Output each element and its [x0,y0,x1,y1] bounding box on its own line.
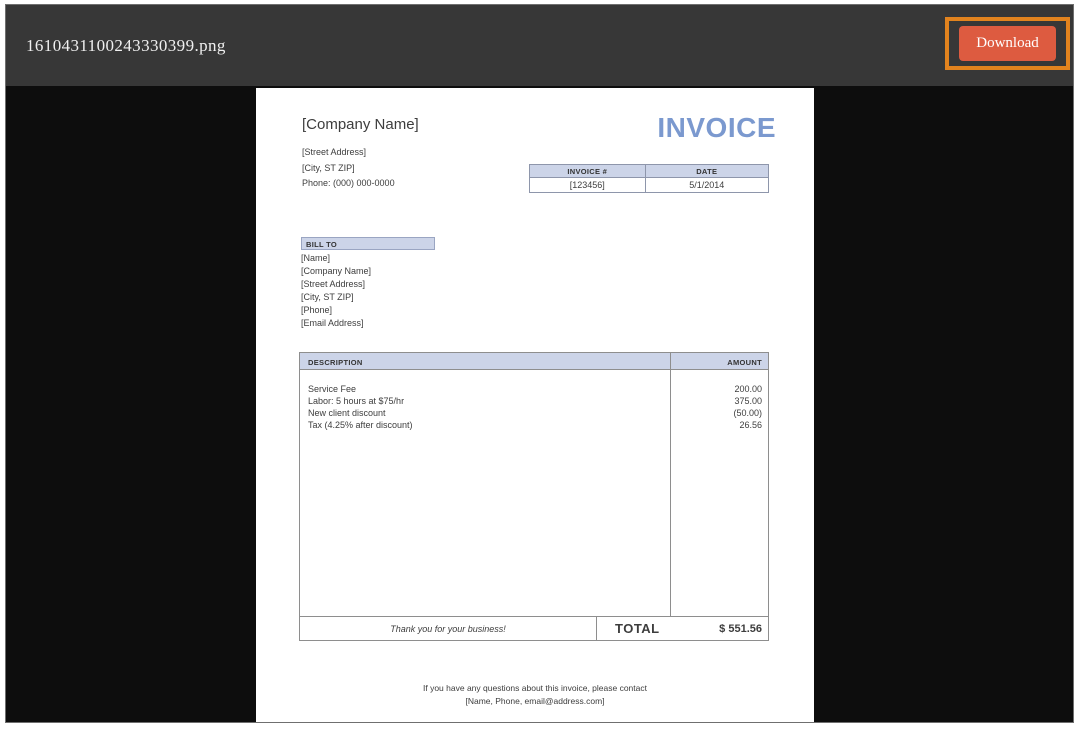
total-row: Thank you for your business! TOTAL $ 551… [300,616,768,640]
invoice-contact-footer: If you have any questions about this inv… [256,682,814,708]
line-items-body: Service Fee Labor: 5 hours at $75/hr New… [300,370,768,616]
bill-to-line: [Company Name] [301,266,372,276]
amount-column: 200.00 375.00 (50.00) 26.56 [670,370,768,616]
image-viewer-window: 1610431100243330399.png Download [Compan… [5,4,1074,723]
item-description: Labor: 5 hours at $75/hr [308,396,405,406]
line-items-table: DESCRIPTION AMOUNT Service Fee Labor: 5 … [299,352,769,641]
bill-to-lines: [Name] [Company Name] [Street Address] [… [301,252,435,330]
item-amount: 200.00 [734,384,762,394]
amount-column-header: AMOUNT [670,353,768,369]
total-cell: TOTAL $ 551.56 [597,617,768,640]
contact-line-1: If you have any questions about this inv… [423,683,647,693]
item-amount: 375.00 [734,396,762,406]
bill-to-line: [Street Address] [301,279,366,289]
date-value: 5/1/2014 [644,177,770,193]
bill-to-line: [City, ST ZIP] [301,292,354,302]
invoice-title: INVOICE [657,112,776,143]
invoice-number-header: INVOICE # [529,164,646,178]
company-phone-line: Phone: (000) 000-0000 [302,178,395,188]
description-column: Service Fee Labor: 5 hours at $75/hr New… [300,370,670,616]
contact-line-2: [Name, Phone, email@address.com] [465,696,605,706]
item-description: New client discount [308,408,386,418]
total-label: TOTAL [615,621,660,636]
bill-to-line: [Name] [301,253,331,263]
download-button[interactable]: Download [959,26,1056,61]
item-amount: 26.56 [739,420,762,430]
invoice-page-image: [Company Name] [Street Address] [City, S… [256,88,814,722]
total-amount: $ 551.56 [719,622,762,635]
description-column-header: DESCRIPTION [308,358,363,367]
item-amount: (50.00) [733,408,762,418]
thank-you-note: Thank you for your business! [300,617,597,640]
bill-to-header: BILL TO [301,237,435,250]
bill-to-line: [Email Address] [301,318,364,328]
invoice-number-value: [123456] [529,177,646,193]
download-highlight-annotation: Download [945,17,1070,70]
item-description: Tax (4.25% after discount) [308,420,413,430]
company-name: [Company Name] [302,116,419,133]
filename-label: 1610431100243330399.png [26,35,226,55]
date-header: DATE [644,164,770,178]
company-block: [Company Name] [Street Address] [City, S… [302,116,419,192]
line-items-header-row: DESCRIPTION AMOUNT [300,353,768,370]
viewer-toolbar: 1610431100243330399.png Download [6,5,1073,86]
invoice-number-table: INVOICE # DATE [123456] 5/1/2014 [529,164,770,193]
image-canvas: [Company Name] [Street Address] [City, S… [6,86,1073,722]
bill-to-block: BILL TO [Name] [Company Name] [Street Ad… [301,237,435,330]
company-address-line: [Street Address] [302,147,367,157]
bill-to-line: [Phone] [301,305,333,315]
company-address-line: [City, ST ZIP] [302,162,355,173]
item-description: Service Fee [308,384,357,394]
